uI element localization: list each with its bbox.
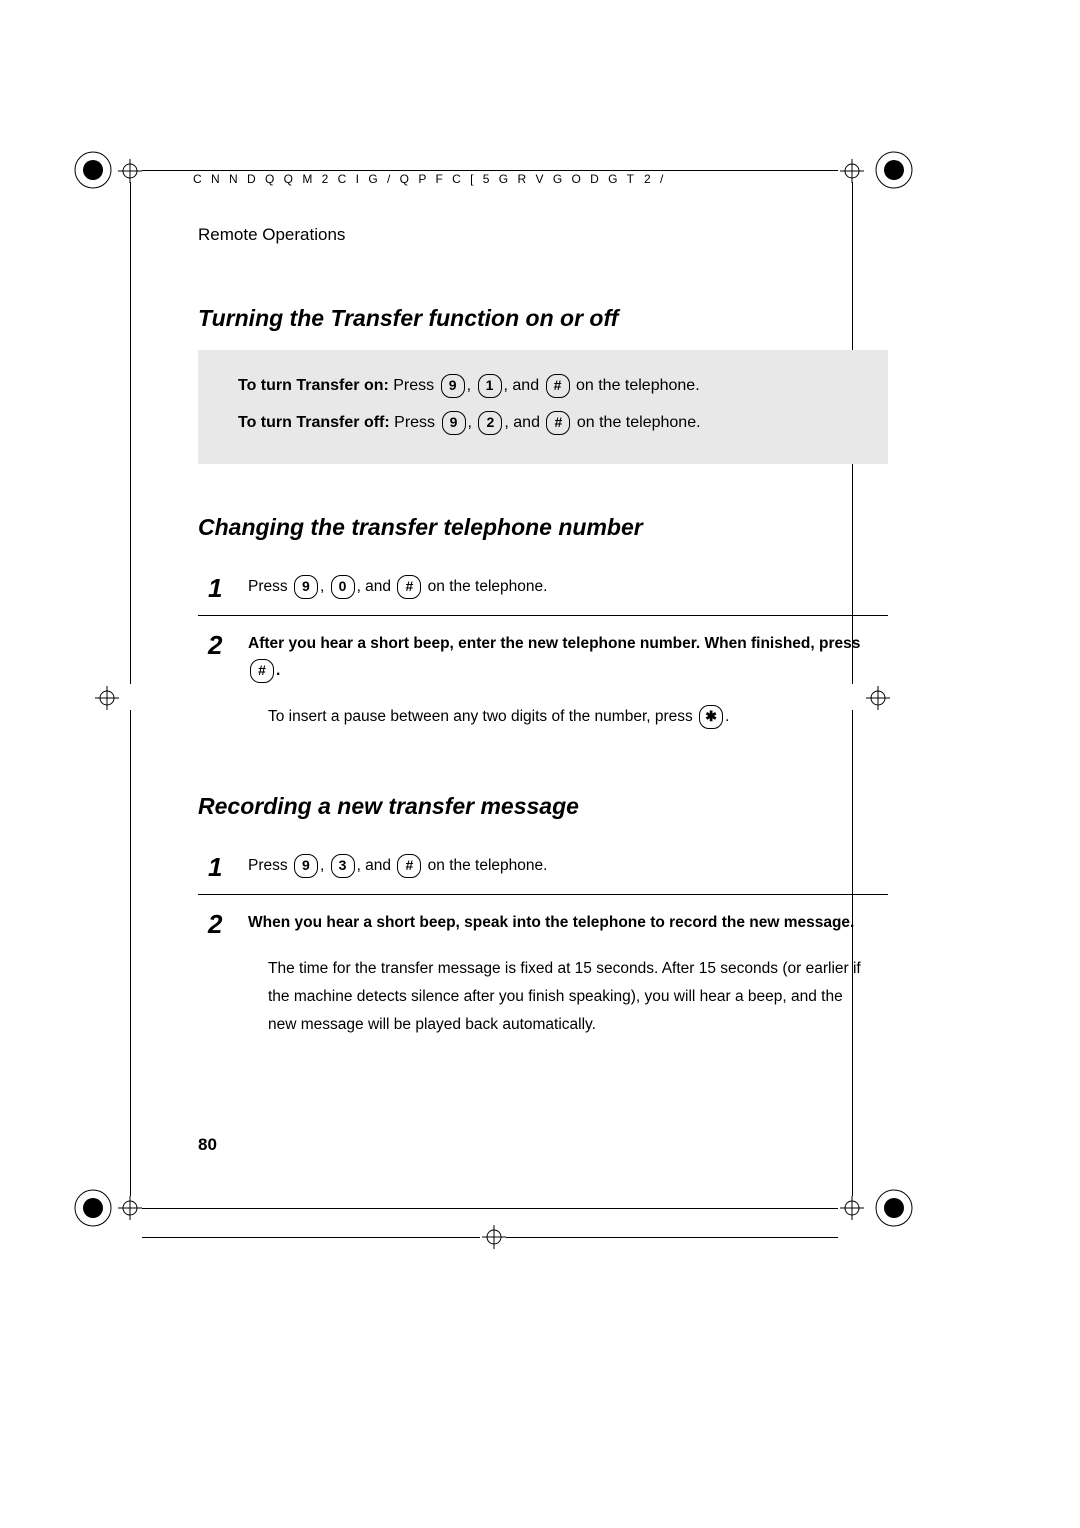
key-9: 9 xyxy=(442,411,466,435)
step-row: 1 Press 9, 0, and # on the telephone. xyxy=(198,559,888,616)
text: . xyxy=(276,662,280,679)
text: , and xyxy=(504,414,544,431)
step-instruction: After you hear a short beep, enter the n… xyxy=(248,635,860,652)
text: , and xyxy=(357,578,396,595)
registration-mark-icon xyxy=(874,150,914,190)
key-9: 9 xyxy=(294,854,318,878)
registration-mark-icon xyxy=(73,1188,113,1228)
key-3: 3 xyxy=(331,854,355,878)
key-2: 2 xyxy=(478,411,502,435)
change-number-steps: 1 Press 9, 0, and # on the telephone. 2 … xyxy=(198,559,888,746)
step-note-text: The time for the transfer message is fix… xyxy=(248,955,868,1039)
text: , xyxy=(320,578,329,595)
key-star: ✱ xyxy=(699,705,723,729)
transfer-on-label: To turn Transfer on: xyxy=(238,377,389,394)
breadcrumb: Remote Operations xyxy=(198,225,888,245)
crosshair-icon xyxy=(840,1196,864,1220)
record-message-steps: 1 Press 9, 3, and # on the telephone. 2 … xyxy=(198,838,888,1053)
key-0: 0 xyxy=(331,575,355,599)
text: on the telephone. xyxy=(423,578,547,595)
text: , xyxy=(468,414,477,431)
header-code-right: 2 / xyxy=(644,172,666,186)
registration-mark-icon xyxy=(874,1188,914,1228)
key-9: 9 xyxy=(294,575,318,599)
text: , xyxy=(467,377,476,394)
key-hash: # xyxy=(546,374,570,398)
text: Press xyxy=(248,857,292,874)
crosshair-icon xyxy=(118,1196,142,1220)
key-9: 9 xyxy=(441,374,465,398)
step-row: 2 When you hear a short beep, speak into… xyxy=(198,895,888,1053)
key-hash: # xyxy=(397,575,421,599)
text: Press xyxy=(248,578,292,595)
section-title-record-message: Recording a new transfer message xyxy=(198,793,888,820)
text: , and xyxy=(357,857,396,874)
crop-line xyxy=(142,170,838,171)
step-number: 1 xyxy=(208,573,248,601)
crop-line xyxy=(142,1208,838,1209)
step-instruction: When you hear a short beep, speak into t… xyxy=(248,914,854,931)
key-1: 1 xyxy=(478,374,502,398)
text: Press xyxy=(389,377,439,394)
header-code-left: C N N D Q Q M 2 C I G / Q P F C [ 5 G R … xyxy=(193,172,637,186)
step-row: 2 After you hear a short beep, enter the… xyxy=(198,616,888,746)
page-number: 80 xyxy=(198,1135,217,1155)
crop-line xyxy=(130,710,131,1196)
text: , xyxy=(320,857,329,874)
text: on the telephone. xyxy=(423,857,547,874)
crop-line xyxy=(142,1237,480,1238)
crop-line xyxy=(506,1237,838,1238)
step-number: 2 xyxy=(208,630,248,658)
transfer-off-label: To turn Transfer off: xyxy=(238,414,390,431)
text: on the telephone. xyxy=(572,414,700,431)
step-number: 1 xyxy=(208,852,248,880)
key-hash: # xyxy=(250,659,274,683)
section-title-transfer-onoff: Turning the Transfer function on or off xyxy=(198,305,888,332)
transfer-onoff-box: To turn Transfer on: Press 9, 1, and # o… xyxy=(198,350,888,464)
key-hash: # xyxy=(546,411,570,435)
registration-mark-icon xyxy=(73,150,113,190)
key-hash: # xyxy=(397,854,421,878)
text: . xyxy=(725,708,729,725)
text: Press xyxy=(390,414,440,431)
step-number: 2 xyxy=(208,909,248,937)
text: , and xyxy=(504,377,544,394)
crop-line xyxy=(130,182,131,684)
text: on the telephone. xyxy=(572,377,700,394)
crosshair-icon xyxy=(95,686,119,710)
step-note-text: To insert a pause between any two digits… xyxy=(268,708,697,725)
step-row: 1 Press 9, 3, and # on the telephone. xyxy=(198,838,888,895)
crosshair-icon xyxy=(118,159,142,183)
crosshair-icon xyxy=(482,1225,506,1249)
crosshair-icon xyxy=(840,159,864,183)
section-title-change-number: Changing the transfer telephone number xyxy=(198,514,888,541)
